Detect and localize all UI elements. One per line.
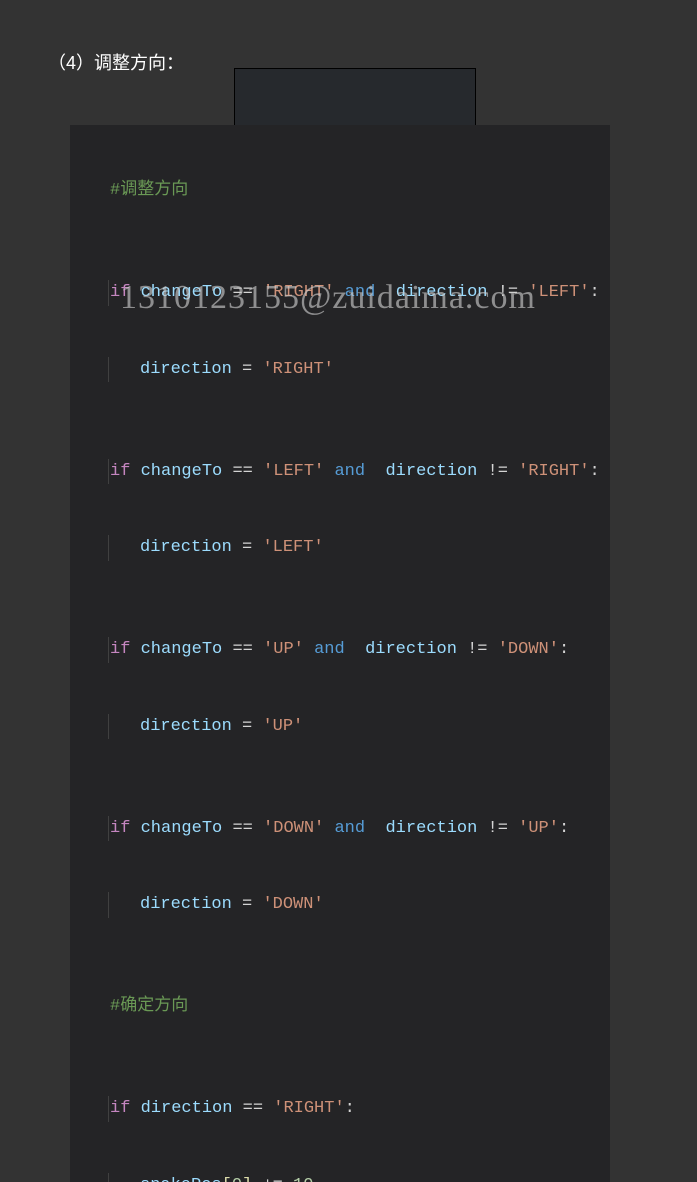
- op: +=: [262, 1176, 282, 1182]
- kw: if: [110, 462, 130, 481]
- var: direction: [141, 1099, 233, 1118]
- code-snippet-main: #调整方向 if changeTo == 'RIGHT' and directi…: [70, 125, 610, 1182]
- kw: if: [110, 819, 130, 838]
- op: ==: [243, 1099, 263, 1118]
- var: direction: [140, 895, 232, 914]
- str: 'LEFT': [262, 538, 323, 557]
- op: ==: [232, 640, 252, 659]
- colon: :: [559, 819, 569, 838]
- op: ==: [232, 462, 252, 481]
- colon: :: [590, 462, 600, 481]
- str: 'DOWN': [263, 819, 324, 838]
- str: 'RIGHT': [263, 283, 334, 302]
- num: 0: [232, 1176, 242, 1182]
- var: changeTo: [141, 819, 223, 838]
- section-heading: （4）调整方向：: [48, 50, 184, 77]
- var: changeTo: [141, 462, 223, 481]
- var: direction: [396, 283, 488, 302]
- var: changeTo: [141, 640, 223, 659]
- op: ==: [232, 819, 252, 838]
- op: ==: [232, 283, 252, 302]
- var: changeTo: [141, 283, 223, 302]
- kw: if: [110, 1099, 130, 1118]
- str: 'RIGHT': [262, 360, 333, 379]
- num: 10: [293, 1176, 313, 1182]
- var: direction: [140, 360, 232, 379]
- op: !=: [498, 283, 518, 302]
- kw: and: [334, 819, 365, 838]
- comment: #调整方向: [110, 181, 188, 200]
- var: direction: [140, 717, 232, 736]
- colon: :: [559, 640, 569, 659]
- var: direction: [365, 640, 457, 659]
- str: 'RIGHT': [518, 462, 589, 481]
- var: snakePos: [140, 1176, 222, 1182]
- str: 'UP': [263, 640, 304, 659]
- str: 'LEFT': [528, 283, 589, 302]
- str: 'UP': [518, 819, 559, 838]
- op: =: [242, 895, 252, 914]
- op: =: [242, 538, 252, 557]
- var: direction: [385, 462, 477, 481]
- kw: and: [334, 462, 365, 481]
- var: direction: [385, 819, 477, 838]
- kw: if: [110, 640, 130, 659]
- colon: :: [345, 1099, 355, 1118]
- colon: :: [590, 283, 600, 302]
- comment: #确定方向: [110, 997, 188, 1016]
- op: !=: [488, 819, 508, 838]
- str: 'UP': [262, 717, 303, 736]
- kw: and: [345, 283, 376, 302]
- op: !=: [488, 462, 508, 481]
- op: =: [242, 360, 252, 379]
- str: 'RIGHT': [273, 1099, 344, 1118]
- str: 'DOWN': [498, 640, 559, 659]
- op: !=: [467, 640, 487, 659]
- op: =: [242, 717, 252, 736]
- kw: and: [314, 640, 345, 659]
- kw: if: [110, 283, 130, 302]
- str: 'LEFT': [263, 462, 324, 481]
- str: 'DOWN': [262, 895, 323, 914]
- var: direction: [140, 538, 232, 557]
